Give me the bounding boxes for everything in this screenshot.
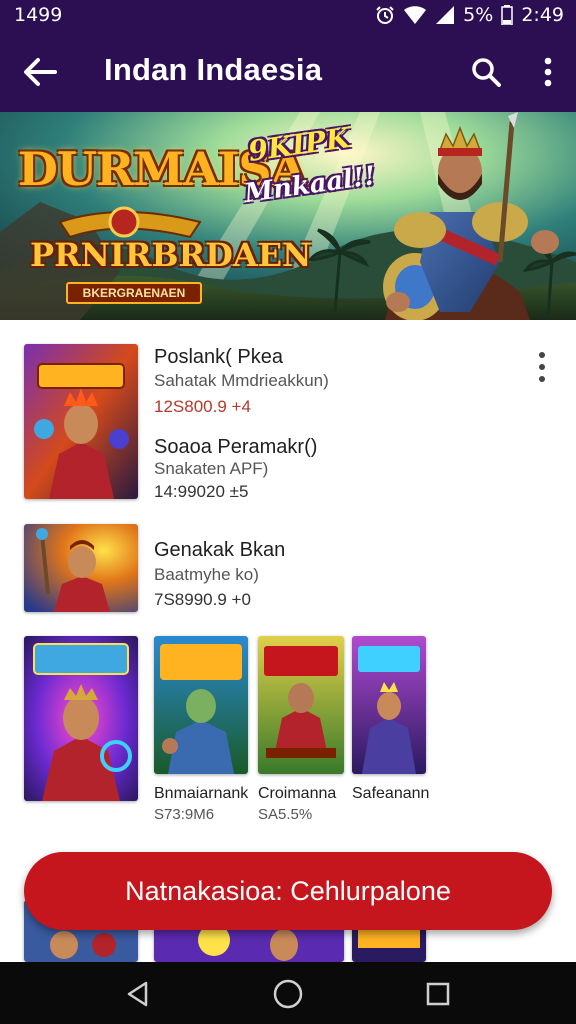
more-options-button[interactable] [526,50,570,94]
wifi-icon [403,5,427,25]
game-card[interactable] [154,636,248,774]
game-card-large[interactable] [24,636,138,801]
nav-back-icon [127,981,148,1007]
app-thumbnail[interactable] [24,524,138,612]
status-icons: 5% 2:49 [375,4,564,26]
nav-recents-icon [426,982,450,1006]
banner-logo-ribbon: BKERGRAENAEN [66,282,202,304]
banner-logo-subtitle: PRNIRBRDAEN [30,236,312,274]
status-bar: 1499 5% 2:49 [0,0,576,32]
status-time-left: 1499 [14,4,63,26]
card-price: SA5.5% [258,806,313,823]
nav-home-icon [273,979,303,1009]
item-more-icon[interactable] [528,350,556,384]
app-meta: 7S8990.9 +0 [154,590,251,609]
page-title: Indan Indaesia [104,52,323,87]
nav-back-button[interactable] [118,974,158,1014]
app-title-secondary[interactable]: Soaoa Peramakr() [154,436,317,459]
card-label: Croimanna [258,785,337,802]
alarm-icon [375,5,395,25]
cta-button[interactable]: Natnakasioa: Cehlurpalone [24,852,552,930]
back-button[interactable] [18,50,62,94]
search-icon [472,58,501,87]
more-vert-icon [544,57,552,87]
card-label: Bnmaiarnank [154,785,249,802]
app-subtitle: Baatmyhe ko) [154,565,259,584]
game-card[interactable] [258,636,344,774]
card-price: S73:9M6 [154,806,215,823]
app-thumbnail[interactable] [24,344,138,499]
promo-banner[interactable]: DURMAISA PRNIRBRDAEN BKERGRAENAEN 9KIPK … [0,112,576,320]
app-title[interactable]: Genakak Bkan [154,539,285,562]
game-card[interactable] [352,636,426,774]
card-label: Safeanann [352,785,430,802]
app-meta-secondary: 14:99020 ±5 [154,482,249,501]
system-nav-bar [0,962,576,1024]
app-subtitle: Sahatak Mmdrieakkun) [154,371,329,390]
nav-recents-button[interactable] [418,974,458,1014]
back-arrow-icon [24,58,57,86]
battery-text: 5% [463,4,494,26]
app-bar: Indan Indaesia [0,32,576,112]
signal-icon [435,5,455,25]
app-meta: 12S800.9 +4 [154,397,251,416]
nav-home-button[interactable] [268,974,308,1014]
status-time-right: 2:49 [521,4,564,26]
app-title[interactable]: Poslank( Pkea [154,346,283,369]
search-button[interactable] [464,50,508,94]
battery-icon [501,5,514,25]
app-subtitle-secondary: Snakaten APF) [154,459,269,478]
